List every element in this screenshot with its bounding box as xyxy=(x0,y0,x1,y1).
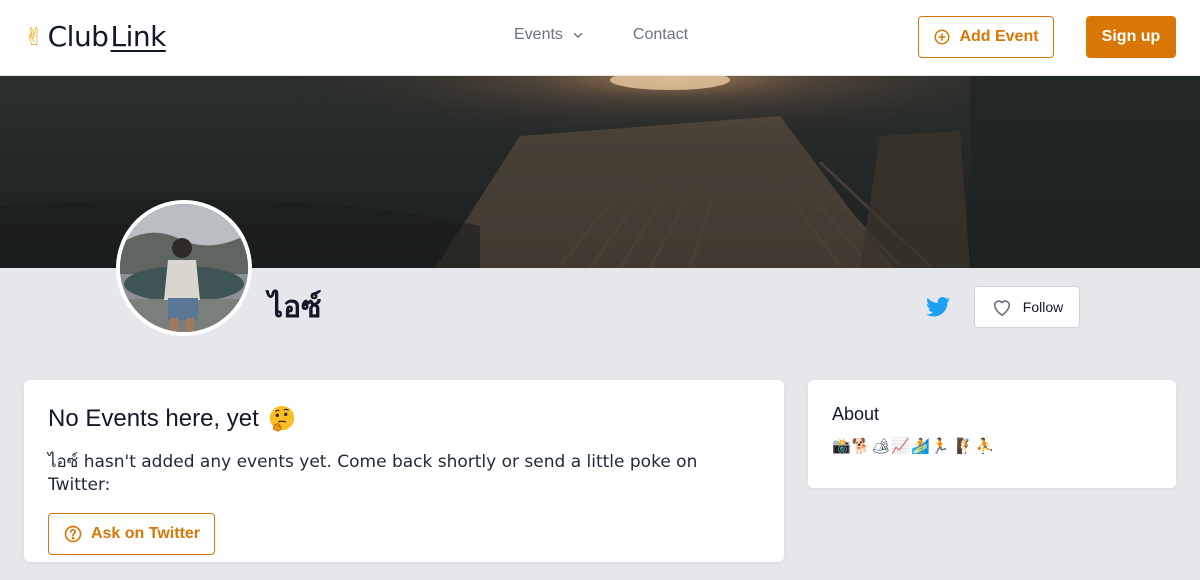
clublink-logo[interactable]: ✌ Club Link xyxy=(24,20,166,53)
logo-text-club: Club xyxy=(47,20,109,53)
events-card: No Events here, yet ไอซ์ hasn't added an… xyxy=(24,380,784,562)
events-description: ไอซ์ hasn't added any events yet. Come b… xyxy=(48,452,698,495)
about-heading: About xyxy=(832,404,880,424)
top-navbar: ✌ Club Link Events Contact Add Event Sig… xyxy=(0,0,1200,76)
about-card: About 📸🐕🏕📈🏄🏃 🧗⛹ xyxy=(808,380,1176,488)
about-text: 📸🐕🏕📈🏄🏃 🧗⛹ xyxy=(832,437,996,455)
nav-events-label: Events xyxy=(514,26,563,43)
nav-contact-label: Contact xyxy=(632,26,689,43)
follow-button[interactable]: Follow xyxy=(974,286,1080,328)
nav-contact-link[interactable]: Contact xyxy=(633,26,688,44)
events-title-text: No Events here, yet xyxy=(48,405,259,432)
twitter-icon[interactable] xyxy=(926,296,950,318)
chevron-down-icon xyxy=(573,32,583,38)
add-event-label: Add Event xyxy=(959,28,1039,45)
ask-on-twitter-label: Ask on Twitter xyxy=(90,525,201,542)
plus-circle-icon xyxy=(934,29,950,45)
profile-name: ไอซ์ xyxy=(268,290,322,325)
profile-avatar xyxy=(116,200,252,336)
main-nav: Events Contact xyxy=(514,26,688,44)
ask-on-twitter-button[interactable]: Ask on Twitter xyxy=(48,513,215,555)
add-event-button[interactable]: Add Event xyxy=(918,16,1054,58)
avatar-photo-picture xyxy=(120,204,248,332)
signup-label: Sign up xyxy=(1101,28,1161,45)
events-heading: No Events here, yet xyxy=(48,404,760,434)
signup-button[interactable]: Sign up xyxy=(1086,16,1176,58)
heart-icon xyxy=(993,300,1010,316)
logo-text-link: Link xyxy=(110,20,166,53)
nav-events-dropdown[interactable]: Events xyxy=(514,26,585,44)
question-circle-icon xyxy=(64,525,82,543)
thinking-face-icon xyxy=(269,405,294,432)
follow-label: Follow xyxy=(1022,299,1064,315)
peace-hand-icon: ✌ xyxy=(24,22,44,51)
